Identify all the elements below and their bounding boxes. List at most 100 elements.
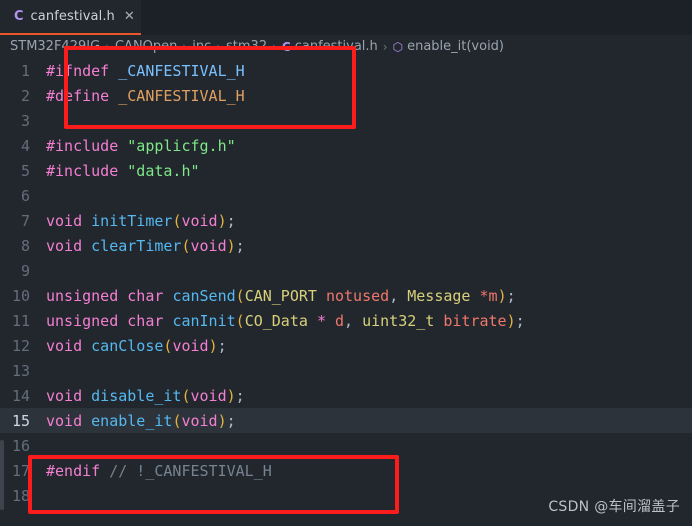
line-content: #define _CANFESTIVAL_H bbox=[46, 87, 245, 105]
code-token: ) bbox=[226, 236, 236, 255]
code-token: ( bbox=[235, 311, 245, 330]
line-content: #include "data.h" bbox=[46, 162, 200, 180]
code-token: ; bbox=[515, 311, 525, 330]
code-line[interactable]: 9 bbox=[0, 258, 692, 283]
code-token: d bbox=[335, 311, 345, 330]
code-token: ) bbox=[217, 211, 227, 230]
code-token: ; bbox=[226, 411, 236, 430]
code-token: ; bbox=[217, 336, 227, 355]
code-line[interactable]: 11 unsigned char canInit(CO_Data * d, uin… bbox=[0, 308, 692, 333]
line-content: void initTimer(void); bbox=[46, 212, 236, 230]
code-token: ) bbox=[497, 286, 507, 305]
symbol-method-icon: ⬡ bbox=[392, 39, 404, 54]
tab-title: canfestival.h bbox=[30, 9, 115, 24]
code-token: CAN_PORT bbox=[244, 286, 317, 305]
watermark: CSDN @车间溜盖子 bbox=[548, 499, 680, 515]
line-content: void canClose(void); bbox=[46, 337, 227, 355]
code-token: #define bbox=[46, 86, 110, 105]
breadcrumb-separator-icon: › bbox=[182, 39, 188, 54]
code-token: ; bbox=[226, 211, 236, 230]
line-number: 6 bbox=[20, 186, 30, 205]
c-file-icon: C bbox=[281, 39, 291, 54]
code-line[interactable]: 14 void disable_it(void); bbox=[0, 383, 692, 408]
breadcrumb-item-inc[interactable]: inc bbox=[192, 39, 211, 54]
tab-canfestival-h[interactable]: C canfestival.h ✕ bbox=[0, 0, 141, 35]
code-line[interactable]: 5 #include "data.h" bbox=[0, 158, 692, 183]
breadcrumb-separator-icon: › bbox=[382, 39, 388, 54]
code-token: canInit bbox=[172, 311, 236, 330]
code-token: void bbox=[190, 236, 227, 255]
code-line[interactable]: 2 #define _CANFESTIVAL_H bbox=[0, 83, 692, 108]
code-token: ) bbox=[506, 311, 516, 330]
line-content: unsigned char canSend(CAN_PORT notused, … bbox=[46, 287, 516, 305]
code-token: void bbox=[46, 411, 83, 430]
line-number: 8 bbox=[20, 236, 30, 255]
code-line[interactable]: 7 void initTimer(void); bbox=[0, 208, 692, 233]
code-token: void bbox=[46, 236, 83, 255]
line-number: 12 bbox=[11, 336, 30, 355]
breadcrumb-separator-icon: › bbox=[216, 39, 222, 54]
line-number: 14 bbox=[11, 386, 30, 405]
line-content: unsigned char canInit(CO_Data * d, uint3… bbox=[46, 312, 525, 330]
line-number: 7 bbox=[20, 211, 30, 230]
code-token: "data.h" bbox=[127, 161, 200, 180]
editor-tab-bar: C canfestival.h ✕ bbox=[0, 0, 692, 35]
code-token: _CANFESTIVAL_H bbox=[118, 61, 245, 80]
breadcrumb-item-project[interactable]: STM32F429IG bbox=[10, 39, 100, 54]
code-line[interactable]: 17 #endif // !_CANFESTIVAL_H bbox=[0, 458, 692, 483]
code-line[interactable]: 16 bbox=[0, 433, 692, 458]
line-content: #include "applicfg.h" bbox=[46, 137, 236, 155]
breadcrumb-item-symbol[interactable]: enable_it(void) bbox=[407, 39, 504, 54]
code-token: clearTimer bbox=[91, 236, 182, 255]
code-editor-area[interactable]: 1 #ifndef _CANFESTIVAL_H 2 #define _CANFEST… bbox=[0, 58, 692, 526]
line-number: 2 bbox=[20, 86, 30, 105]
code-token: #include bbox=[46, 161, 119, 180]
code-line[interactable]: 4 #include "applicfg.h" bbox=[0, 133, 692, 158]
code-token: void bbox=[190, 386, 227, 405]
code-token: char bbox=[127, 286, 164, 305]
code-line[interactable]: 6 bbox=[0, 183, 692, 208]
code-line[interactable]: 12 void canClose(void); bbox=[0, 333, 692, 358]
code-line[interactable]: 8 void clearTimer(void); bbox=[0, 233, 692, 258]
code-token: unsigned bbox=[46, 311, 119, 330]
line-content: void enable_it(void); bbox=[46, 412, 236, 430]
line-number: 9 bbox=[20, 261, 30, 280]
code-line[interactable]: 15 void enable_it(void); bbox=[0, 408, 692, 433]
line-content: void disable_it(void); bbox=[46, 387, 245, 405]
code-line[interactable]: 10 unsigned char canSend(CAN_PORT notused… bbox=[0, 283, 692, 308]
code-token: CO_Data bbox=[244, 311, 308, 330]
close-icon[interactable]: ✕ bbox=[122, 9, 137, 24]
code-line[interactable]: 3 bbox=[0, 108, 692, 133]
code-token: disable_it bbox=[91, 386, 182, 405]
code-token: initTimer bbox=[91, 211, 173, 230]
code-line[interactable]: 1 #ifndef _CANFESTIVAL_H bbox=[0, 58, 692, 83]
breadcrumb-item-stm32[interactable]: stm32 bbox=[226, 39, 267, 54]
code-line[interactable]: 13 bbox=[0, 358, 692, 383]
breadcrumb-item-file[interactable]: canfestival.h bbox=[295, 39, 378, 54]
line-number: 4 bbox=[20, 136, 30, 155]
breadcrumb-separator-icon: › bbox=[105, 39, 110, 54]
code-token: unsigned bbox=[46, 286, 119, 305]
line-number: 3 bbox=[20, 111, 30, 130]
code-token: bitrate bbox=[443, 311, 507, 330]
line-number: 18 bbox=[11, 486, 30, 505]
code-token: #ifndef bbox=[46, 61, 110, 80]
breadcrumb-item-canopen[interactable]: CANOpen bbox=[115, 39, 177, 54]
line-number: 10 bbox=[11, 286, 30, 305]
line-content: void clearTimer(void); bbox=[46, 237, 245, 255]
code-token: ) bbox=[217, 411, 227, 430]
